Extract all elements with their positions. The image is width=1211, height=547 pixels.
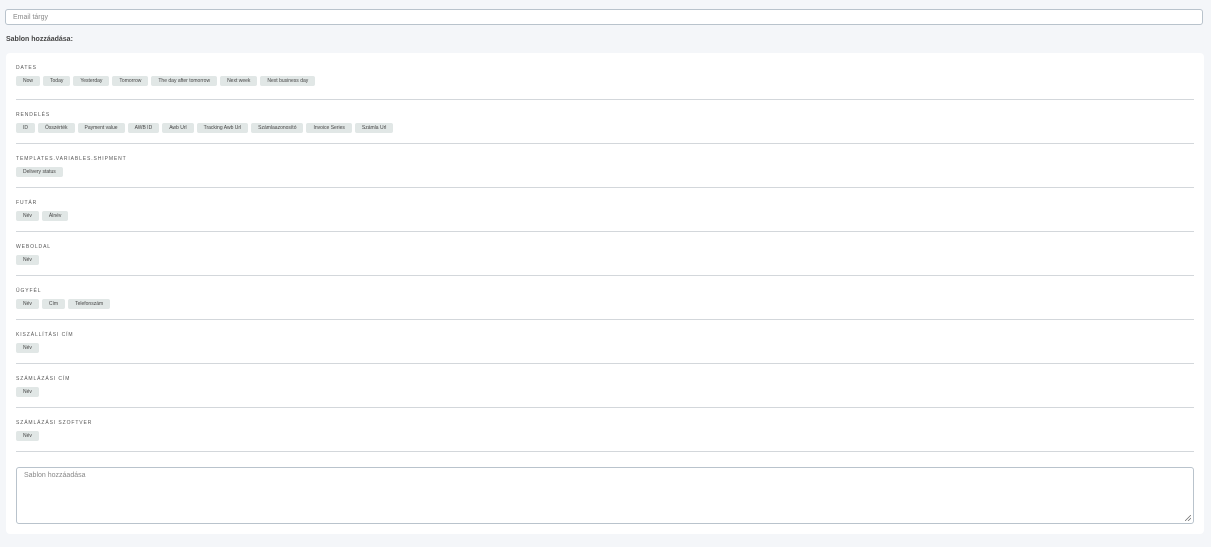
variable-chip[interactable]: Payment value xyxy=(77,123,125,133)
variable-chip[interactable]: Név xyxy=(16,431,39,441)
variable-group-label: SZÁMLÁZÁSI SZOFTVER xyxy=(16,420,93,426)
variable-chip[interactable]: Today xyxy=(43,76,71,86)
variable-chip-list: ID Összérték Payment value AWB ID Awb Url Tra… xyxy=(16,123,1194,133)
variable-group: SZÁMLÁZÁSI CÍM Név xyxy=(16,364,1194,408)
variable-group-label: ÜGYFÉL xyxy=(16,288,42,294)
variable-chip[interactable]: Tracking Awb Url xyxy=(196,123,249,133)
variable-chip[interactable]: Számlaazonosító xyxy=(251,123,304,133)
variable-group-label: FUTÁR xyxy=(16,200,38,206)
variable-chip[interactable]: Next business day xyxy=(260,76,316,86)
variable-chip[interactable]: Delivery status xyxy=(16,167,63,177)
variable-group-label: WEBOLDAL xyxy=(16,244,51,250)
variable-chip-list: Név xyxy=(16,255,1194,265)
variable-group-label: KISZÁLLÍTÁSI CÍM xyxy=(16,332,74,338)
variable-group: WEBOLDAL Név xyxy=(16,232,1194,276)
variable-group: FUTÁR Név Álnév xyxy=(16,188,1194,232)
variable-chip-list: Now Today Yesterday Tomorrow The day after t… xyxy=(16,76,1194,86)
variable-group: TEMPLATES.VARIABLES.SHIPMENT Delivery sta… xyxy=(16,144,1194,188)
variable-groups: DATES Now Today Yesterday Tomorrow The day af… xyxy=(16,53,1194,452)
variables-panel: DATES Now Today Yesterday Tomorrow The day af… xyxy=(6,53,1204,534)
variable-chip[interactable]: Now xyxy=(16,76,41,86)
variable-chip[interactable]: Next week xyxy=(220,76,258,86)
variable-group: SZÁMLÁZÁSI SZOFTVER Név xyxy=(16,408,1194,452)
variable-chip[interactable]: Telefonszám xyxy=(68,299,111,309)
variable-group-label: RENDELÉS xyxy=(16,112,51,118)
variable-chip[interactable]: Invoice Series xyxy=(306,123,352,133)
variable-group-label: DATES xyxy=(16,65,37,71)
variable-chip[interactable]: Yesterday xyxy=(73,76,110,86)
variable-group-label: SZÁMLÁZÁSI CÍM xyxy=(16,376,71,382)
variable-chip[interactable]: Tomorrow xyxy=(112,76,149,86)
variable-chip[interactable]: Név xyxy=(16,343,39,353)
email-subject-input[interactable]: Email tárgy xyxy=(5,9,1203,25)
variable-group: RENDELÉS ID Összérték Payment value AWB ID Aw… xyxy=(16,100,1194,144)
variable-chip[interactable]: Számla Url xyxy=(354,123,394,133)
resize-grip-icon[interactable] xyxy=(1185,515,1191,521)
variable-group: KISZÁLLÍTÁSI CÍM Név xyxy=(16,320,1194,364)
variable-chip[interactable]: Cím xyxy=(41,299,66,309)
variable-chip[interactable]: Álnév xyxy=(41,211,69,221)
template-body-textarea[interactable]: Sablon hozzáadása xyxy=(16,467,1194,524)
variable-chip-list: Név xyxy=(16,387,1194,397)
variable-chip-list: Név xyxy=(16,431,1194,441)
add-template-title: Sablon hozzáadása: xyxy=(6,36,73,43)
variable-chip[interactable]: AWB ID xyxy=(127,123,160,133)
variable-chip[interactable]: Összérték xyxy=(38,123,75,133)
variable-group: ÜGYFÉL Név Cím Telefonszám xyxy=(16,276,1194,320)
variable-chip[interactable]: Név xyxy=(16,255,39,265)
template-body-placeholder: Sablon hozzáadása xyxy=(24,472,86,479)
variable-chip[interactable]: Awb Url xyxy=(162,123,194,133)
variable-chip[interactable]: Név xyxy=(16,211,39,221)
variable-chip[interactable]: Név xyxy=(16,299,39,309)
variable-chip[interactable]: ID xyxy=(16,123,35,133)
variable-chip[interactable]: Név xyxy=(16,387,39,397)
variable-chip-list: Név Álnév xyxy=(16,211,1194,221)
variable-group: DATES Now Today Yesterday Tomorrow The day af… xyxy=(16,53,1194,100)
variable-chip[interactable]: The day after tomorrow xyxy=(151,76,218,86)
variable-chip-list: Delivery status xyxy=(16,167,1194,177)
variable-chip-list: Név Cím Telefonszám xyxy=(16,299,1194,309)
variable-chip-list: Név xyxy=(16,343,1194,353)
variable-group-label: TEMPLATES.VARIABLES.SHIPMENT xyxy=(16,156,127,162)
